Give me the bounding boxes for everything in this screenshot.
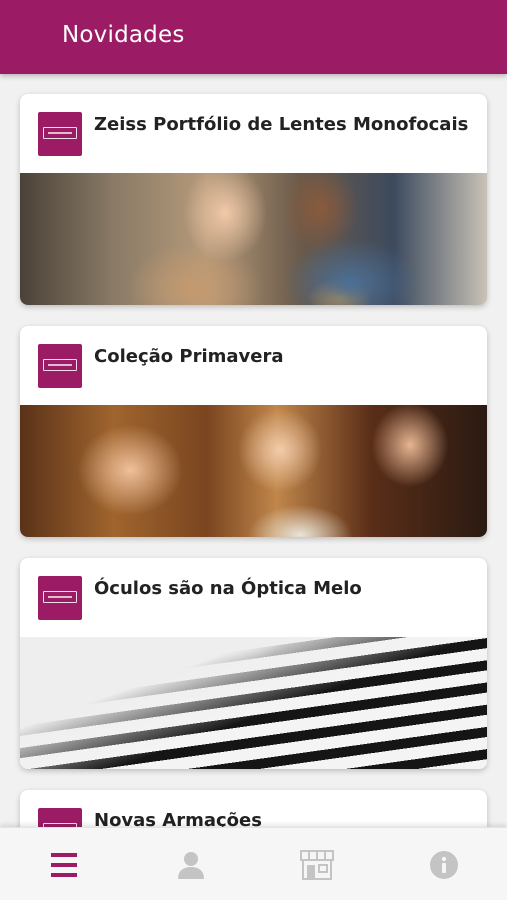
card-image xyxy=(20,637,487,769)
nav-profile-button[interactable] xyxy=(151,828,231,900)
card-header: Zeiss Portfólio de Lentes Monofocais xyxy=(20,94,487,173)
card-title: Novas Armações xyxy=(94,810,262,827)
app-header: Novidades xyxy=(0,0,507,74)
nav-menu-button[interactable] xyxy=(24,828,104,900)
nav-info-button[interactable] xyxy=(404,828,484,900)
user-icon xyxy=(178,851,204,879)
card-header: Novas Armações xyxy=(20,790,487,827)
store-logo-icon xyxy=(38,576,82,620)
card-image xyxy=(20,173,487,305)
news-card[interactable]: Zeiss Portfólio de Lentes Monofocais xyxy=(20,94,487,305)
card-image xyxy=(20,405,487,537)
store-logo-icon xyxy=(38,344,82,388)
card-header: Óculos são na Óptica Melo xyxy=(20,558,487,637)
news-card[interactable]: Coleção Primavera xyxy=(20,326,487,537)
store-logo-icon xyxy=(38,808,82,827)
news-card[interactable]: Óculos são na Óptica Melo xyxy=(20,558,487,769)
nav-store-button[interactable] xyxy=(277,828,357,900)
card-title: Zeiss Portfólio de Lentes Monofocais xyxy=(94,114,469,135)
menu-icon xyxy=(51,852,77,877)
news-feed[interactable]: Zeiss Portfólio de Lentes Monofocais Col… xyxy=(0,74,507,827)
store-logo-icon xyxy=(38,112,82,156)
card-header: Coleção Primavera xyxy=(20,326,487,405)
store-icon xyxy=(300,849,334,880)
card-title: Coleção Primavera xyxy=(94,346,284,367)
page-title: Novidades xyxy=(62,22,185,48)
news-card[interactable]: Novas Armações xyxy=(20,790,487,827)
card-title: Óculos são na Óptica Melo xyxy=(94,578,362,599)
info-icon xyxy=(430,850,458,879)
bottom-navigation xyxy=(0,827,507,900)
